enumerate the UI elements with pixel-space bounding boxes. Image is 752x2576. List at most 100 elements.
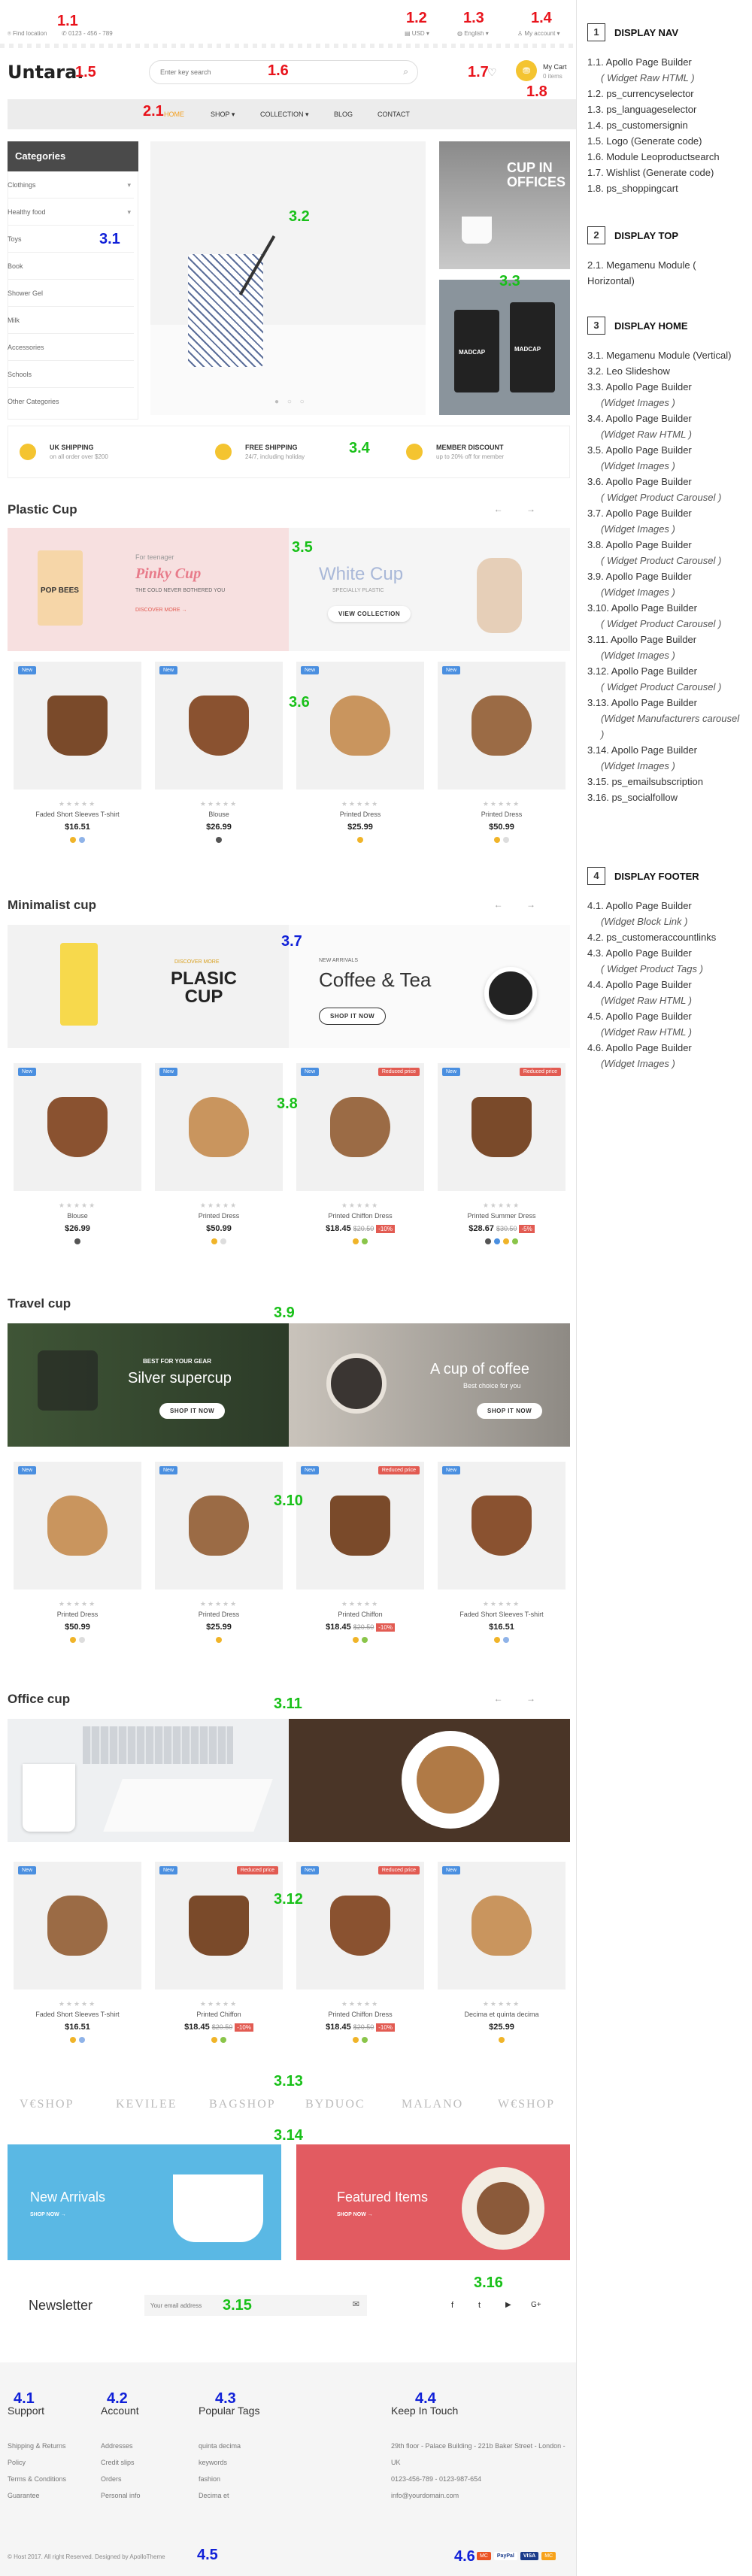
cup-of-coffee-banner[interactable]: A cup of coffee Best choice for you SHOP… [289, 1323, 570, 1447]
color-swatch[interactable] [362, 1238, 368, 1244]
madcap-banner[interactable]: MADCAP MADCAP [439, 280, 570, 415]
product-name[interactable]: Printed Dress [155, 1611, 283, 1618]
color-swatch[interactable] [70, 837, 76, 843]
product-name[interactable]: Printed Chiffon Dress [296, 2011, 424, 2018]
product-image[interactable] [438, 1462, 566, 1590]
discover-more-link[interactable]: DISCOVER MORE → [135, 608, 186, 613]
product-image[interactable] [155, 1862, 283, 1990]
color-swatch[interactable] [357, 837, 363, 843]
footer-link[interactable]: Policy [8, 2454, 98, 2471]
product-card[interactable]: New ★★★★★ Blouse $26.99 [155, 662, 283, 861]
footer-link[interactable]: 0123-456-789 - 0123-987-654 [391, 2471, 572, 2487]
pinky-cup-banner[interactable]: POP BEES For teenager Pinky Cup THE COLD… [8, 528, 289, 651]
product-name[interactable]: Blouse [155, 811, 283, 818]
color-swatch[interactable] [362, 2037, 368, 2043]
shop-now-button[interactable]: SHOP IT NOW [477, 1403, 543, 1419]
product-name[interactable]: Printed Dress [155, 1212, 283, 1220]
menu-item-blog[interactable]: BLOG [334, 111, 353, 118]
footer-link[interactable]: Credit slips [101, 2454, 191, 2471]
color-swatch[interactable] [211, 1238, 217, 1244]
footer-link[interactable]: 29th floor - Palace Building - 221b Bake… [391, 2438, 572, 2471]
color-swatch[interactable] [494, 1238, 500, 1244]
category-item[interactable]: Schools [8, 361, 134, 388]
new-arrivals-banner[interactable]: New Arrivals SHOP NOW → [8, 2144, 281, 2260]
product-card[interactable]: New ★★★★★ Printed Dress $50.99 [438, 662, 566, 861]
footer-link[interactable]: Guarantee [8, 2487, 98, 2504]
product-card[interactable]: New ★★★★★ Printed Dress $50.99 [155, 1063, 283, 1262]
google-plus-icon[interactable]: G+ [531, 2301, 541, 2309]
product-card[interactable]: New ★★★★★ Blouse $26.99 [14, 1063, 141, 1262]
envelope-icon[interactable]: ✉ [353, 2299, 359, 2309]
product-image[interactable] [296, 1862, 424, 1990]
product-name[interactable]: Printed Chiffon [155, 2011, 283, 2018]
color-swatch[interactable] [362, 1637, 368, 1643]
brand-logo[interactable]: V€SHOP [20, 2098, 74, 2111]
cart-label[interactable]: My Cart [543, 63, 567, 71]
product-image[interactable] [14, 1462, 141, 1590]
silver-supercup-banner[interactable]: BEST FOR YOUR GEAR Silver supercup SHOP … [8, 1323, 289, 1447]
product-image[interactable] [438, 1063, 566, 1191]
category-item[interactable]: Clothings ▾ [8, 171, 134, 199]
product-image[interactable] [14, 1063, 141, 1191]
color-swatch[interactable] [220, 1238, 226, 1244]
product-name[interactable]: Blouse [14, 1212, 141, 1220]
category-item[interactable]: Shower Gel [8, 280, 134, 307]
product-card[interactable]: New ★★★★★ Printed Dress $25.99 [296, 662, 424, 861]
view-collection-button[interactable]: VIEW COLLECTION [328, 606, 411, 622]
color-swatch[interactable] [503, 1637, 509, 1643]
color-swatch[interactable] [79, 837, 85, 843]
product-card[interactable]: New Reduced price ★★★★★ Printed Chiffon $18.… [296, 1462, 424, 1661]
product-card[interactable]: New Reduced price ★★★★★ Printed Summer Dres… [438, 1063, 566, 1262]
facebook-icon[interactable]: f [451, 2301, 453, 2310]
color-swatch[interactable] [70, 2037, 76, 2043]
shop-now-link[interactable]: SHOP NOW → [30, 2212, 66, 2217]
product-image[interactable] [296, 1063, 424, 1191]
menu-item-shop[interactable]: SHOP ▾ [211, 111, 235, 119]
color-swatch[interactable] [79, 2037, 85, 2043]
color-swatch[interactable] [79, 1637, 85, 1643]
color-swatch[interactable] [512, 1238, 518, 1244]
color-swatch[interactable] [220, 2037, 226, 2043]
carousel-arrows[interactable]: ← → [494, 1693, 546, 1704]
color-swatch[interactable] [70, 1637, 76, 1643]
product-image[interactable] [155, 1063, 283, 1191]
color-swatch[interactable] [499, 2037, 505, 2043]
color-swatch[interactable] [353, 1238, 359, 1244]
product-name[interactable]: Printed Chiffon [296, 1611, 424, 1618]
product-card[interactable]: New Reduced price ★★★★★ Printed Chiffon Dre… [296, 1063, 424, 1262]
wishlist-heart-icon[interactable]: ♡ [487, 66, 497, 79]
menu-item-home[interactable]: HOME [164, 111, 184, 118]
color-swatch[interactable] [353, 2037, 359, 2043]
shop-now-button[interactable]: SHOP IT NOW [159, 1403, 226, 1419]
account-selector[interactable]: ♙ My account ▾ [517, 30, 560, 37]
product-name[interactable]: Faded Short Sleeves T-shirt [14, 811, 141, 818]
color-swatch[interactable] [216, 1637, 222, 1643]
slider-dots[interactable]: ● ○ ○ [274, 398, 308, 406]
color-swatch[interactable] [494, 837, 500, 843]
shop-now-link[interactable]: SHOP NOW → [337, 2212, 373, 2217]
product-name[interactable]: Printed Dress [296, 811, 424, 818]
product-card[interactable]: New Reduced price ★★★★★ Printed Chiffon $18.… [155, 1862, 283, 2061]
category-item[interactable]: Accessories [8, 334, 134, 361]
menu-item-contact[interactable]: CONTACT [378, 111, 410, 118]
carousel-arrows[interactable]: ← → [494, 504, 546, 514]
footer-link[interactable]: Addresses [101, 2438, 191, 2454]
product-image[interactable] [155, 1462, 283, 1590]
shopping-bag-icon[interactable]: ⛃ [516, 60, 537, 81]
product-name[interactable]: Printed Dress [14, 1611, 141, 1618]
footer-link[interactable]: Orders [101, 2471, 191, 2487]
office-desk-banner[interactable] [8, 1719, 289, 1842]
color-swatch[interactable] [494, 1637, 500, 1643]
twitter-icon[interactable]: t [478, 2301, 481, 2310]
product-card[interactable]: New ★★★★★ Faded Short Sleeves T-shirt $16.5… [438, 1462, 566, 1661]
footer-link[interactable]: quinta decima [199, 2438, 289, 2454]
plasic-cup-banner[interactable]: DISCOVER MORE PLASIC CUP [8, 925, 289, 1048]
product-name[interactable]: Printed Chiffon Dress [296, 1212, 424, 1220]
footer-link[interactable]: Decima et [199, 2487, 289, 2504]
product-image[interactable] [155, 662, 283, 789]
find-location-link[interactable]: ⌾ Find location [8, 30, 47, 38]
slideshow[interactable]: ● ○ ○ [150, 141, 426, 415]
product-image[interactable] [438, 1862, 566, 1990]
color-swatch[interactable] [211, 2037, 217, 2043]
product-name[interactable]: Faded Short Sleeves T-shirt [438, 1611, 566, 1618]
